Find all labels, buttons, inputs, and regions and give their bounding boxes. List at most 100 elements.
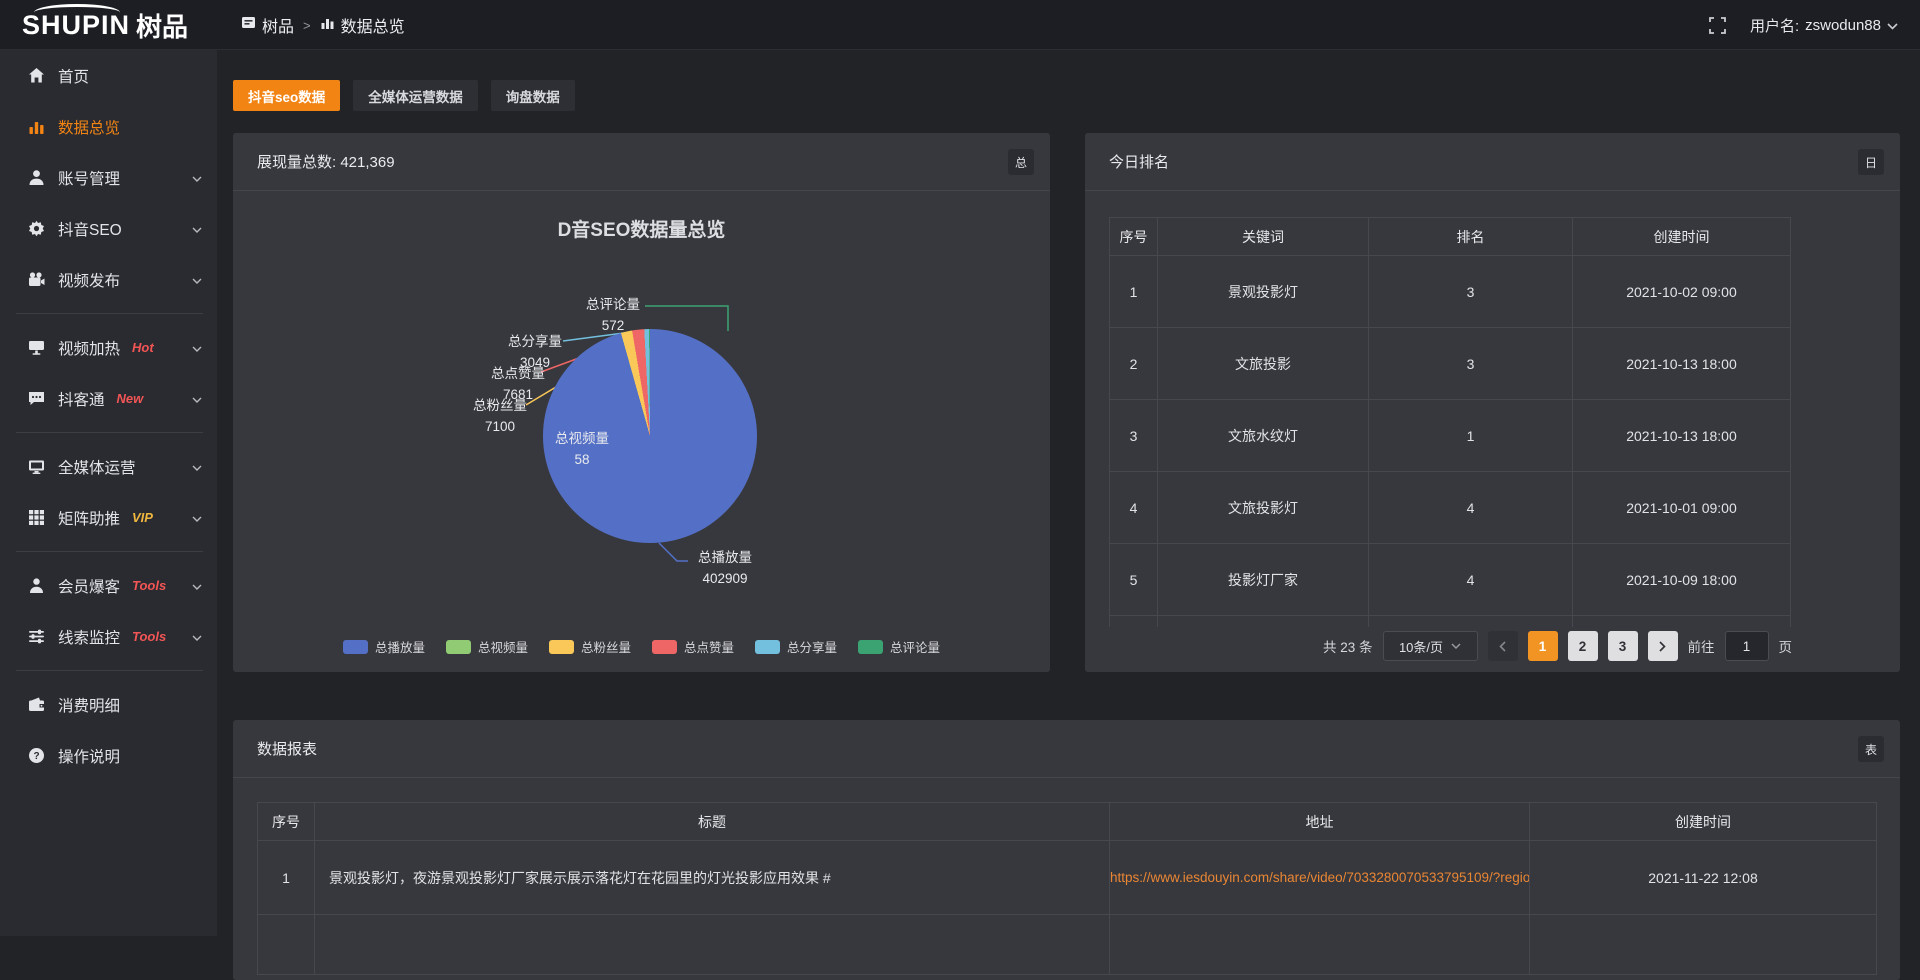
page-size-select[interactable]: 10条/页	[1383, 631, 1478, 661]
video-camera-icon	[27, 271, 45, 289]
day-toggle-button[interactable]: 日	[1858, 149, 1884, 175]
svg-text:?: ?	[33, 751, 39, 762]
chevron-down-icon	[192, 220, 202, 238]
rank-panel: 今日排名 日 序号 关键词 排名 创建时间 1景观投影灯32021-10-02 …	[1085, 133, 1900, 672]
table-row[interactable]: 3文旅水纹灯12021-10-13 18:00	[1110, 400, 1791, 472]
sidebar-divider	[16, 670, 203, 671]
table-row[interactable]: 5投影灯厂家42021-10-09 18:00	[1110, 544, 1791, 616]
col-title: 标题	[315, 803, 1110, 841]
video-title: 景观投影灯，夜游景观投影灯厂家展示展示落花灯在花园里的灯光投影应用效果 #	[315, 841, 1110, 915]
monitor-icon	[27, 458, 45, 476]
table-row[interactable]: 4文旅投影灯42021-10-01 09:00	[1110, 472, 1791, 544]
pie-label-fans: 总粉丝量7100	[473, 395, 527, 437]
table-row[interactable]: 1景观投影灯32021-10-02 09:00	[1110, 256, 1791, 328]
tab-douyin-seo-data[interactable]: 抖音seo数据	[233, 80, 340, 111]
sidebar-divider	[16, 551, 203, 552]
legend-item-shares[interactable]: 总分享量	[755, 637, 837, 656]
sidebar-item-lead-monitor[interactable]: 线索监控 Tools	[0, 611, 217, 662]
legend-swatch	[858, 640, 883, 654]
report-table: 序号 标题 地址 创建时间 1 景观投影灯，夜游景观投影灯厂家展示展示落花灯在花…	[257, 802, 1877, 962]
breadcrumb-item-current[interactable]: 数据总览	[320, 13, 405, 37]
breadcrumb-item-home[interactable]: 树品	[241, 13, 294, 37]
chevron-right-icon	[1659, 641, 1666, 652]
sliders-icon	[27, 628, 45, 646]
legend-swatch	[755, 640, 780, 654]
rank-table: 序号 关键词 排名 创建时间 1景观投影灯32021-10-02 09:00 2…	[1109, 217, 1792, 627]
next-page-button[interactable]	[1648, 631, 1678, 661]
page-button-2[interactable]: 2	[1568, 631, 1598, 661]
user-icon	[27, 169, 45, 187]
chevron-down-icon	[192, 339, 202, 357]
sidebar-item-member-burst[interactable]: 会员爆客 Tools	[0, 560, 217, 611]
sidebar-item-douyin-seo[interactable]: 抖音SEO	[0, 203, 217, 254]
chart-legend: 总播放量 总视频量 总粉丝量 总点赞量 总分享量 总评论量	[233, 637, 1050, 656]
data-tabs: 抖音seo数据 全媒体运营数据 询盘数据	[233, 80, 575, 111]
total-toggle-button[interactable]: 总	[1008, 149, 1034, 175]
topbar: SHUPIN 树品 树品 > 数据总览 用户名: zswodun88	[0, 0, 1920, 50]
legend-item-fans[interactable]: 总粉丝量	[549, 637, 631, 656]
pie-label-comments: 总评论量572	[586, 294, 640, 336]
chevron-left-icon	[1499, 641, 1506, 652]
home-icon	[27, 67, 45, 85]
sidebar-item-consumption[interactable]: 消费明细	[0, 679, 217, 730]
sidebar-item-video-publish[interactable]: 视频发布	[0, 254, 217, 305]
col-index: 序号	[258, 803, 315, 841]
sidebar: 首页 数据总览 账号管理 抖音SEO 视频发布 视频加热 Hot 抖客通 New…	[0, 50, 217, 936]
member-icon	[27, 577, 45, 595]
sidebar-item-data-overview[interactable]: 数据总览	[0, 101, 217, 152]
wallet-icon	[27, 696, 45, 714]
sidebar-item-account[interactable]: 账号管理	[0, 152, 217, 203]
prev-page-button[interactable]	[1488, 631, 1518, 661]
video-link[interactable]: https://www.iesdouyin.com/share/video/70…	[1110, 841, 1530, 915]
screen-icon	[27, 339, 45, 357]
table-row-clipped	[258, 915, 1877, 975]
fullscreen-icon[interactable]	[1709, 17, 1726, 34]
table-header-row: 序号 标题 地址 创建时间	[258, 803, 1877, 841]
table-row[interactable]: 1 景观投影灯，夜游景观投影灯厂家展示展示落花灯在花园里的灯光投影应用效果 # …	[258, 841, 1877, 915]
legend-swatch	[652, 640, 677, 654]
table-toggle-button[interactable]: 表	[1858, 736, 1884, 762]
vip-badge: VIP	[132, 510, 153, 525]
sidebar-item-instructions[interactable]: ? 操作说明	[0, 730, 217, 781]
tab-media-operation-data[interactable]: 全媒体运营数据	[353, 80, 478, 111]
chevron-down-icon	[1887, 17, 1898, 34]
legend-item-comments[interactable]: 总评论量	[858, 637, 940, 656]
col-created: 创建时间	[1530, 803, 1877, 841]
doc-icon	[241, 15, 256, 35]
tab-inquiry-data[interactable]: 询盘数据	[491, 80, 575, 111]
chevron-down-icon	[1451, 643, 1461, 649]
sidebar-item-matrix-boost[interactable]: 矩阵助推 VIP	[0, 492, 217, 543]
grid-icon	[27, 509, 45, 527]
goto-page-input[interactable]	[1725, 631, 1769, 661]
bar-chart-icon	[320, 15, 335, 35]
legend-swatch	[549, 640, 574, 654]
chart-title: D音SEO数据量总览	[233, 215, 1050, 242]
sidebar-item-video-heat[interactable]: 视频加热 Hot	[0, 322, 217, 373]
page-button-1[interactable]: 1	[1528, 631, 1558, 661]
legend-swatch	[343, 640, 368, 654]
legend-item-videos[interactable]: 总视频量	[446, 637, 528, 656]
sidebar-item-media-operation[interactable]: 全媒体运营	[0, 441, 217, 492]
question-icon: ?	[27, 747, 45, 765]
table-header-row: 序号 关键词 排名 创建时间	[1110, 218, 1791, 256]
hot-badge: Hot	[132, 340, 154, 355]
pagination: 共 23 条 10条/页 1 2 3 前往 页	[1323, 630, 1792, 662]
report-panel-title: 数据报表	[257, 738, 317, 759]
table-row[interactable]: 2文旅投影32021-10-13 18:00	[1110, 328, 1791, 400]
sidebar-item-home[interactable]: 首页	[0, 50, 217, 101]
app-logo: SHUPIN 树品	[22, 7, 217, 44]
logo-text-cn: 树品	[136, 7, 188, 44]
legend-item-plays[interactable]: 总播放量	[343, 637, 425, 656]
total-count: 共 23 条	[1323, 636, 1373, 656]
sidebar-item-douketong[interactable]: 抖客通 New	[0, 373, 217, 424]
user-menu[interactable]: 用户名: zswodun88	[1750, 15, 1898, 36]
col-url: 地址	[1110, 803, 1530, 841]
page-button-3[interactable]: 3	[1608, 631, 1638, 661]
impressions-total: 展现量总数: 421,369	[257, 151, 395, 172]
col-index: 序号	[1110, 218, 1158, 256]
overview-panel: 展现量总数: 421,369 总 D音SEO数据量总览 总评论量572 总分享量…	[233, 133, 1050, 672]
legend-item-likes[interactable]: 总点赞量	[652, 637, 734, 656]
tools-badge: Tools	[132, 629, 166, 644]
breadcrumb: 树品 > 数据总览	[241, 0, 405, 50]
chevron-down-icon	[192, 169, 202, 187]
